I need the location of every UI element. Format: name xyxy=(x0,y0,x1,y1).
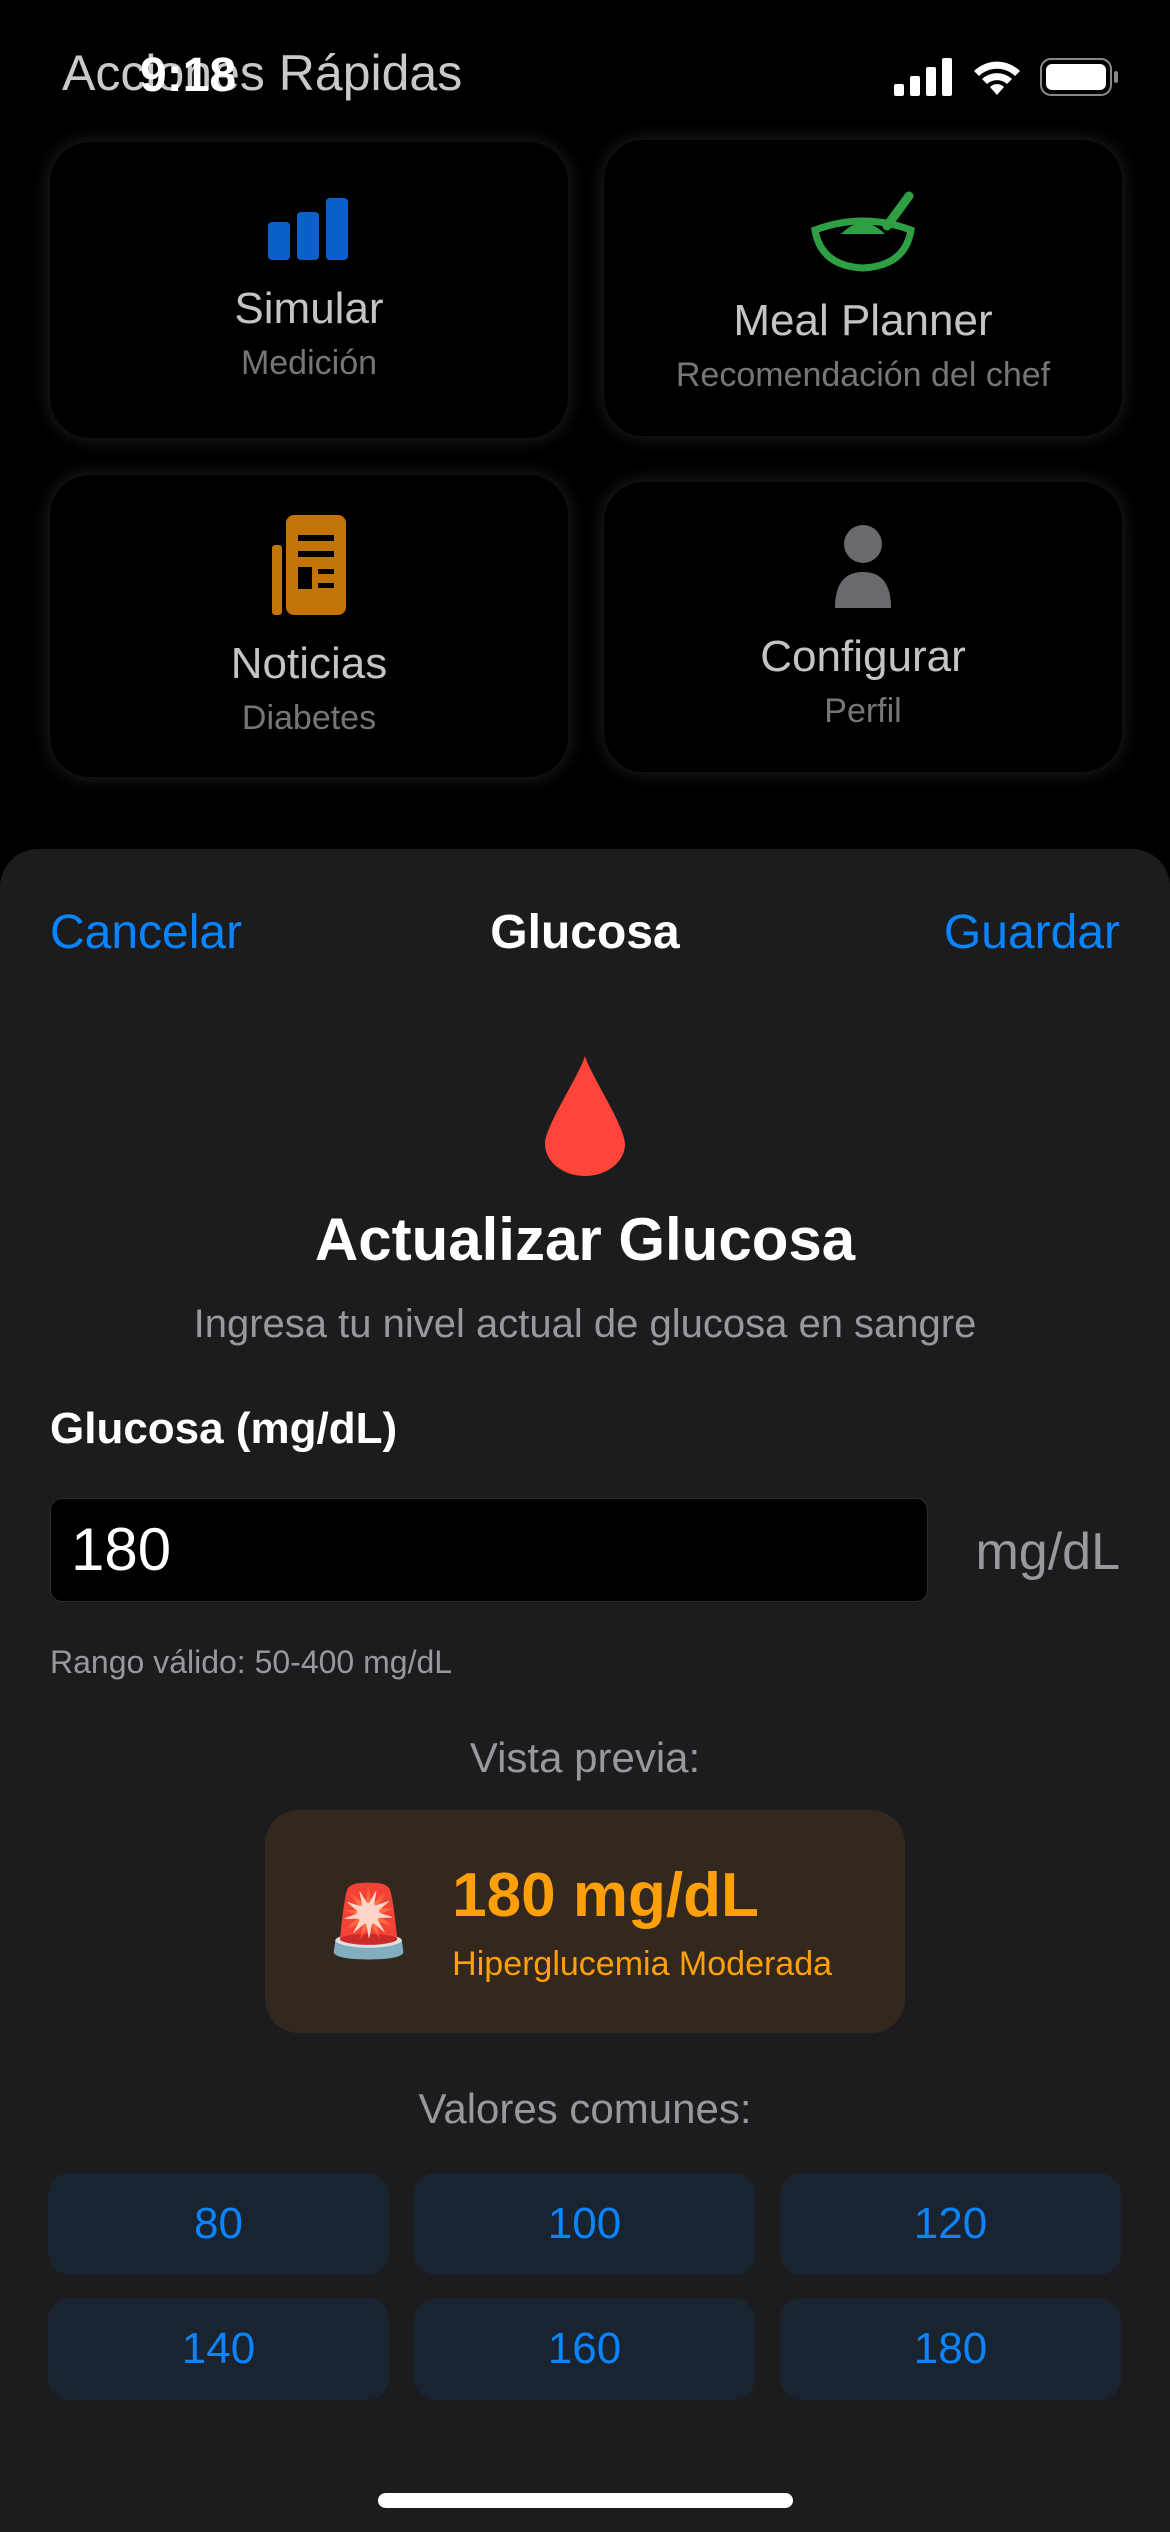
siren-icon: 🚨 xyxy=(325,1881,413,1960)
quick-value-button[interactable]: 160 xyxy=(414,2298,755,2400)
card-subtitle: Recomendación del chef xyxy=(675,355,1051,394)
bowl-icon xyxy=(811,191,915,272)
preview-card: 🚨 180 mg/dL Hiperglucemia Moderada xyxy=(265,1810,905,2033)
glucose-input[interactable]: 180 xyxy=(50,1498,928,1602)
card-simular[interactable]: Simular Medición xyxy=(50,142,568,438)
card-subtitle: Perfil xyxy=(824,691,902,730)
card-title: Meal Planner xyxy=(733,295,993,345)
common-values-label: Valores comunes: xyxy=(418,2085,752,2132)
battery-icon xyxy=(1040,58,1118,96)
heading: Actualizar Glucosa xyxy=(314,1206,856,1273)
preview-value: 180 mg/dL xyxy=(452,1860,759,1930)
save-button[interactable]: Guardar xyxy=(944,905,1120,960)
preview-label: Vista previa: xyxy=(469,1734,701,1781)
chart-bar-icon xyxy=(268,197,348,260)
card-title: Noticias xyxy=(230,638,388,688)
newspaper-icon xyxy=(272,514,346,615)
field-label: Glucosa (mg/dL) xyxy=(50,1404,398,1453)
card-meal-planner[interactable]: Meal Planner Recomendación del chef xyxy=(604,140,1122,436)
card-noticias[interactable]: Noticias Diabetes xyxy=(50,475,568,777)
quick-value-button[interactable]: 120 xyxy=(780,2173,1121,2275)
person-icon xyxy=(835,524,891,608)
card-title: Configurar xyxy=(760,631,966,681)
preview-status: Hiperglucemia Moderada xyxy=(452,1944,833,1983)
unit-label: mg/dL xyxy=(975,1523,1120,1581)
card-subtitle: Medición xyxy=(240,343,378,382)
card-configurar[interactable]: Configurar Perfil xyxy=(604,482,1122,772)
quick-value-button[interactable]: 100 xyxy=(414,2173,755,2275)
range-hint: Rango válido: 50-400 mg/dL xyxy=(50,1644,453,1680)
status-time: 9:18 xyxy=(140,49,237,102)
quick-value-button[interactable]: 80 xyxy=(48,2173,389,2275)
quick-value-button[interactable]: 180 xyxy=(780,2298,1121,2400)
card-title: Simular xyxy=(234,283,384,333)
card-subtitle: Diabetes xyxy=(241,698,377,737)
home-indicator[interactable] xyxy=(378,2493,793,2508)
subheading: Ingresa tu nivel actual de glucosa en sa… xyxy=(193,1302,977,1346)
wifi-icon xyxy=(974,61,1020,95)
status-icons xyxy=(894,58,1120,96)
cancel-button[interactable]: Cancelar xyxy=(50,905,242,960)
signal-icon xyxy=(894,58,952,96)
blood-drop-icon xyxy=(545,1056,625,1176)
quick-value-button[interactable]: 140 xyxy=(48,2298,389,2400)
section-title: Acciones Rápidas xyxy=(62,45,463,101)
